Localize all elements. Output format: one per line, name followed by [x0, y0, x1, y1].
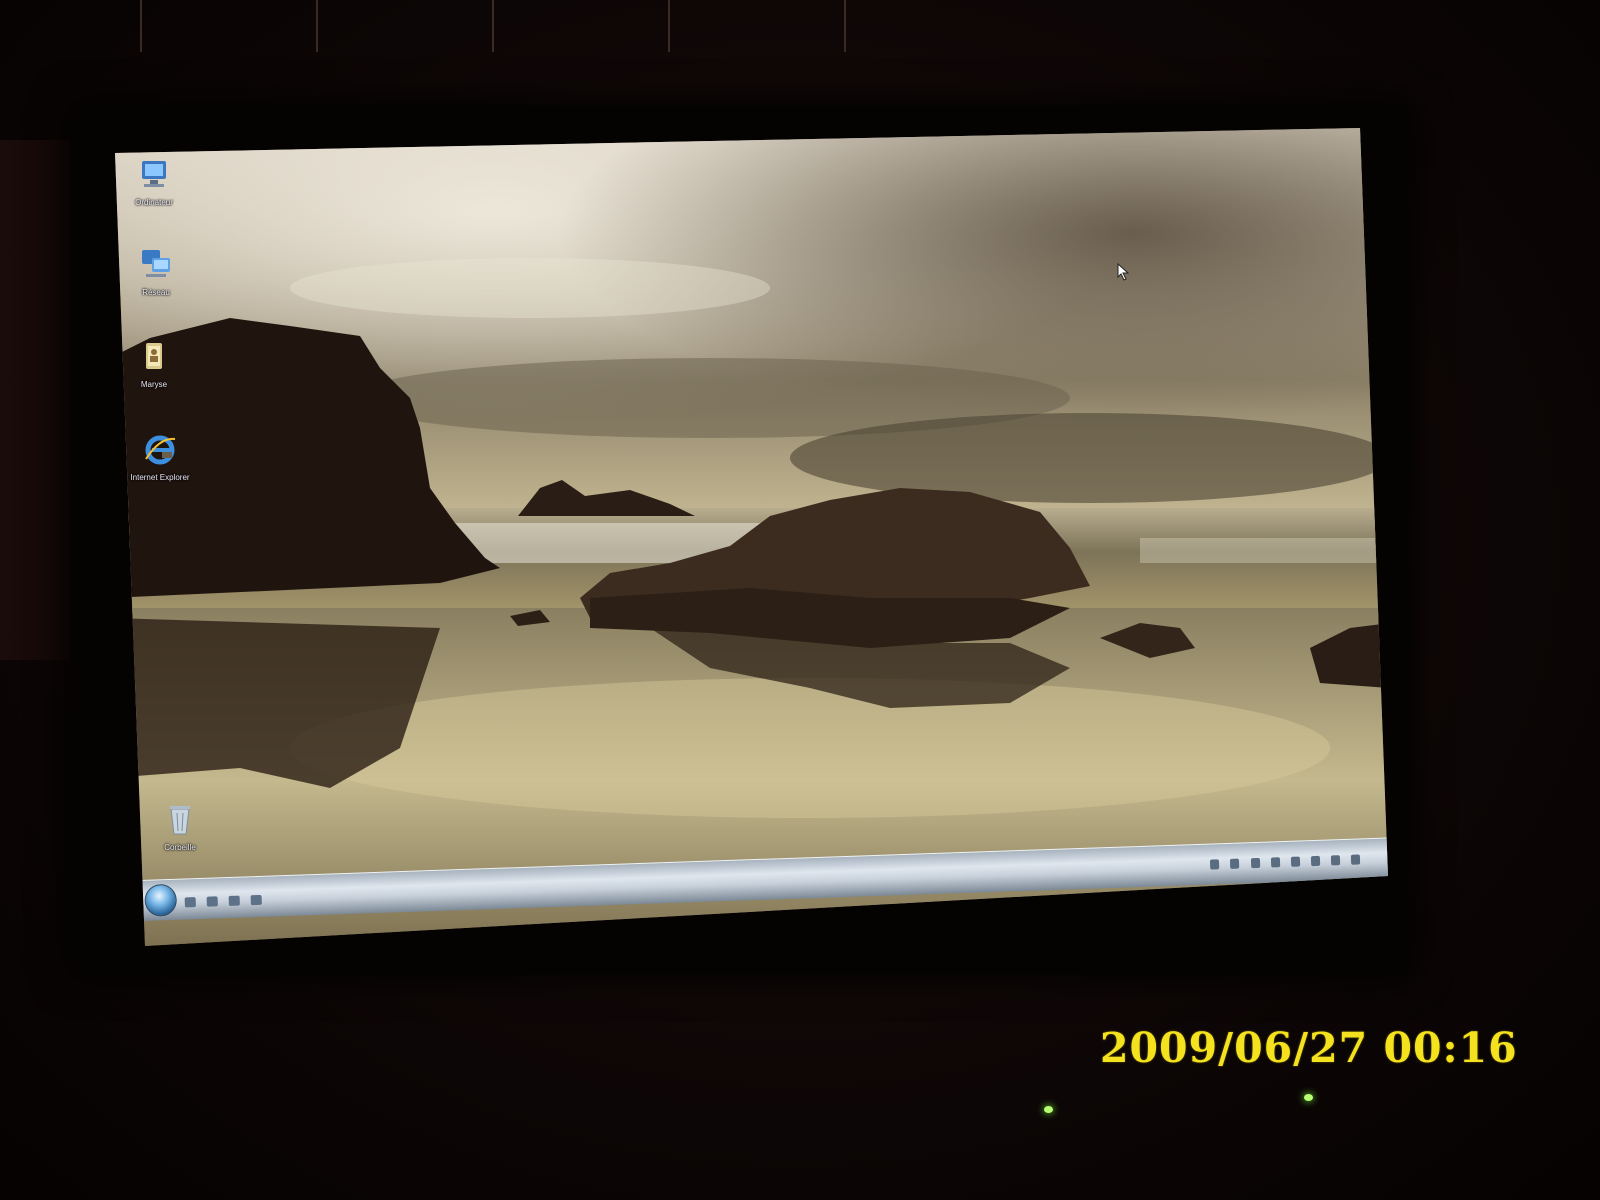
camera-timestamp: 2009/06/27 00:16: [1100, 1024, 1518, 1072]
wallpaper: [115, 128, 1388, 946]
ie-quicklaunch-icon[interactable]: [228, 895, 241, 906]
show-desktop-icon[interactable]: [184, 897, 196, 908]
network-icon: [142, 250, 170, 277]
tray-icon-app[interactable]: [1330, 855, 1341, 866]
tray-icon-sidebar[interactable]: [1350, 854, 1361, 865]
user-folder-icon: [146, 343, 162, 369]
tray-icon-battery[interactable]: [1310, 855, 1321, 867]
switch-windows-icon[interactable]: [206, 896, 219, 907]
windows-start-orb-icon[interactable]: [144, 883, 178, 917]
desktop-icon-computer[interactable]: Ordinateur: [115, 158, 194, 207]
desktop-screen: Ordinateur Réseau Maryse Internet Explor…: [115, 128, 1388, 946]
internet-explorer-icon: [145, 435, 176, 465]
desktop-icon-recycle-bin[interactable]: Corbeille: [140, 803, 220, 852]
tray-icon-update[interactable]: [1290, 856, 1300, 867]
desktop-icon-network[interactable]: Réseau: [116, 248, 196, 297]
screen-wrap: Ordinateur Réseau Maryse Internet Explor…: [0, 0, 1600, 1200]
quick-launch: [184, 890, 268, 912]
mouse-cursor-icon: [1117, 263, 1130, 281]
taskbar-clock[interactable]: [1368, 847, 1388, 860]
recycle-bin-icon: [170, 806, 190, 835]
system-tray: [1204, 849, 1361, 873]
tray-icon-volume[interactable]: [1250, 857, 1260, 869]
tray-icon-language[interactable]: [1210, 859, 1220, 870]
tray-icon-network[interactable]: [1230, 858, 1240, 869]
desktop-icon-user[interactable]: Maryse: [115, 340, 194, 389]
tray-icon-security[interactable]: [1270, 857, 1280, 868]
desktop-icon-internet-explorer[interactable]: Internet Explorer: [120, 433, 200, 482]
status-led: [1304, 1094, 1313, 1101]
computer-icon: [142, 161, 166, 187]
power-led: [1044, 1106, 1053, 1113]
media-icon[interactable]: [250, 894, 263, 906]
photo-scene: Ordinateur Réseau Maryse Internet Explor…: [0, 0, 1600, 1200]
